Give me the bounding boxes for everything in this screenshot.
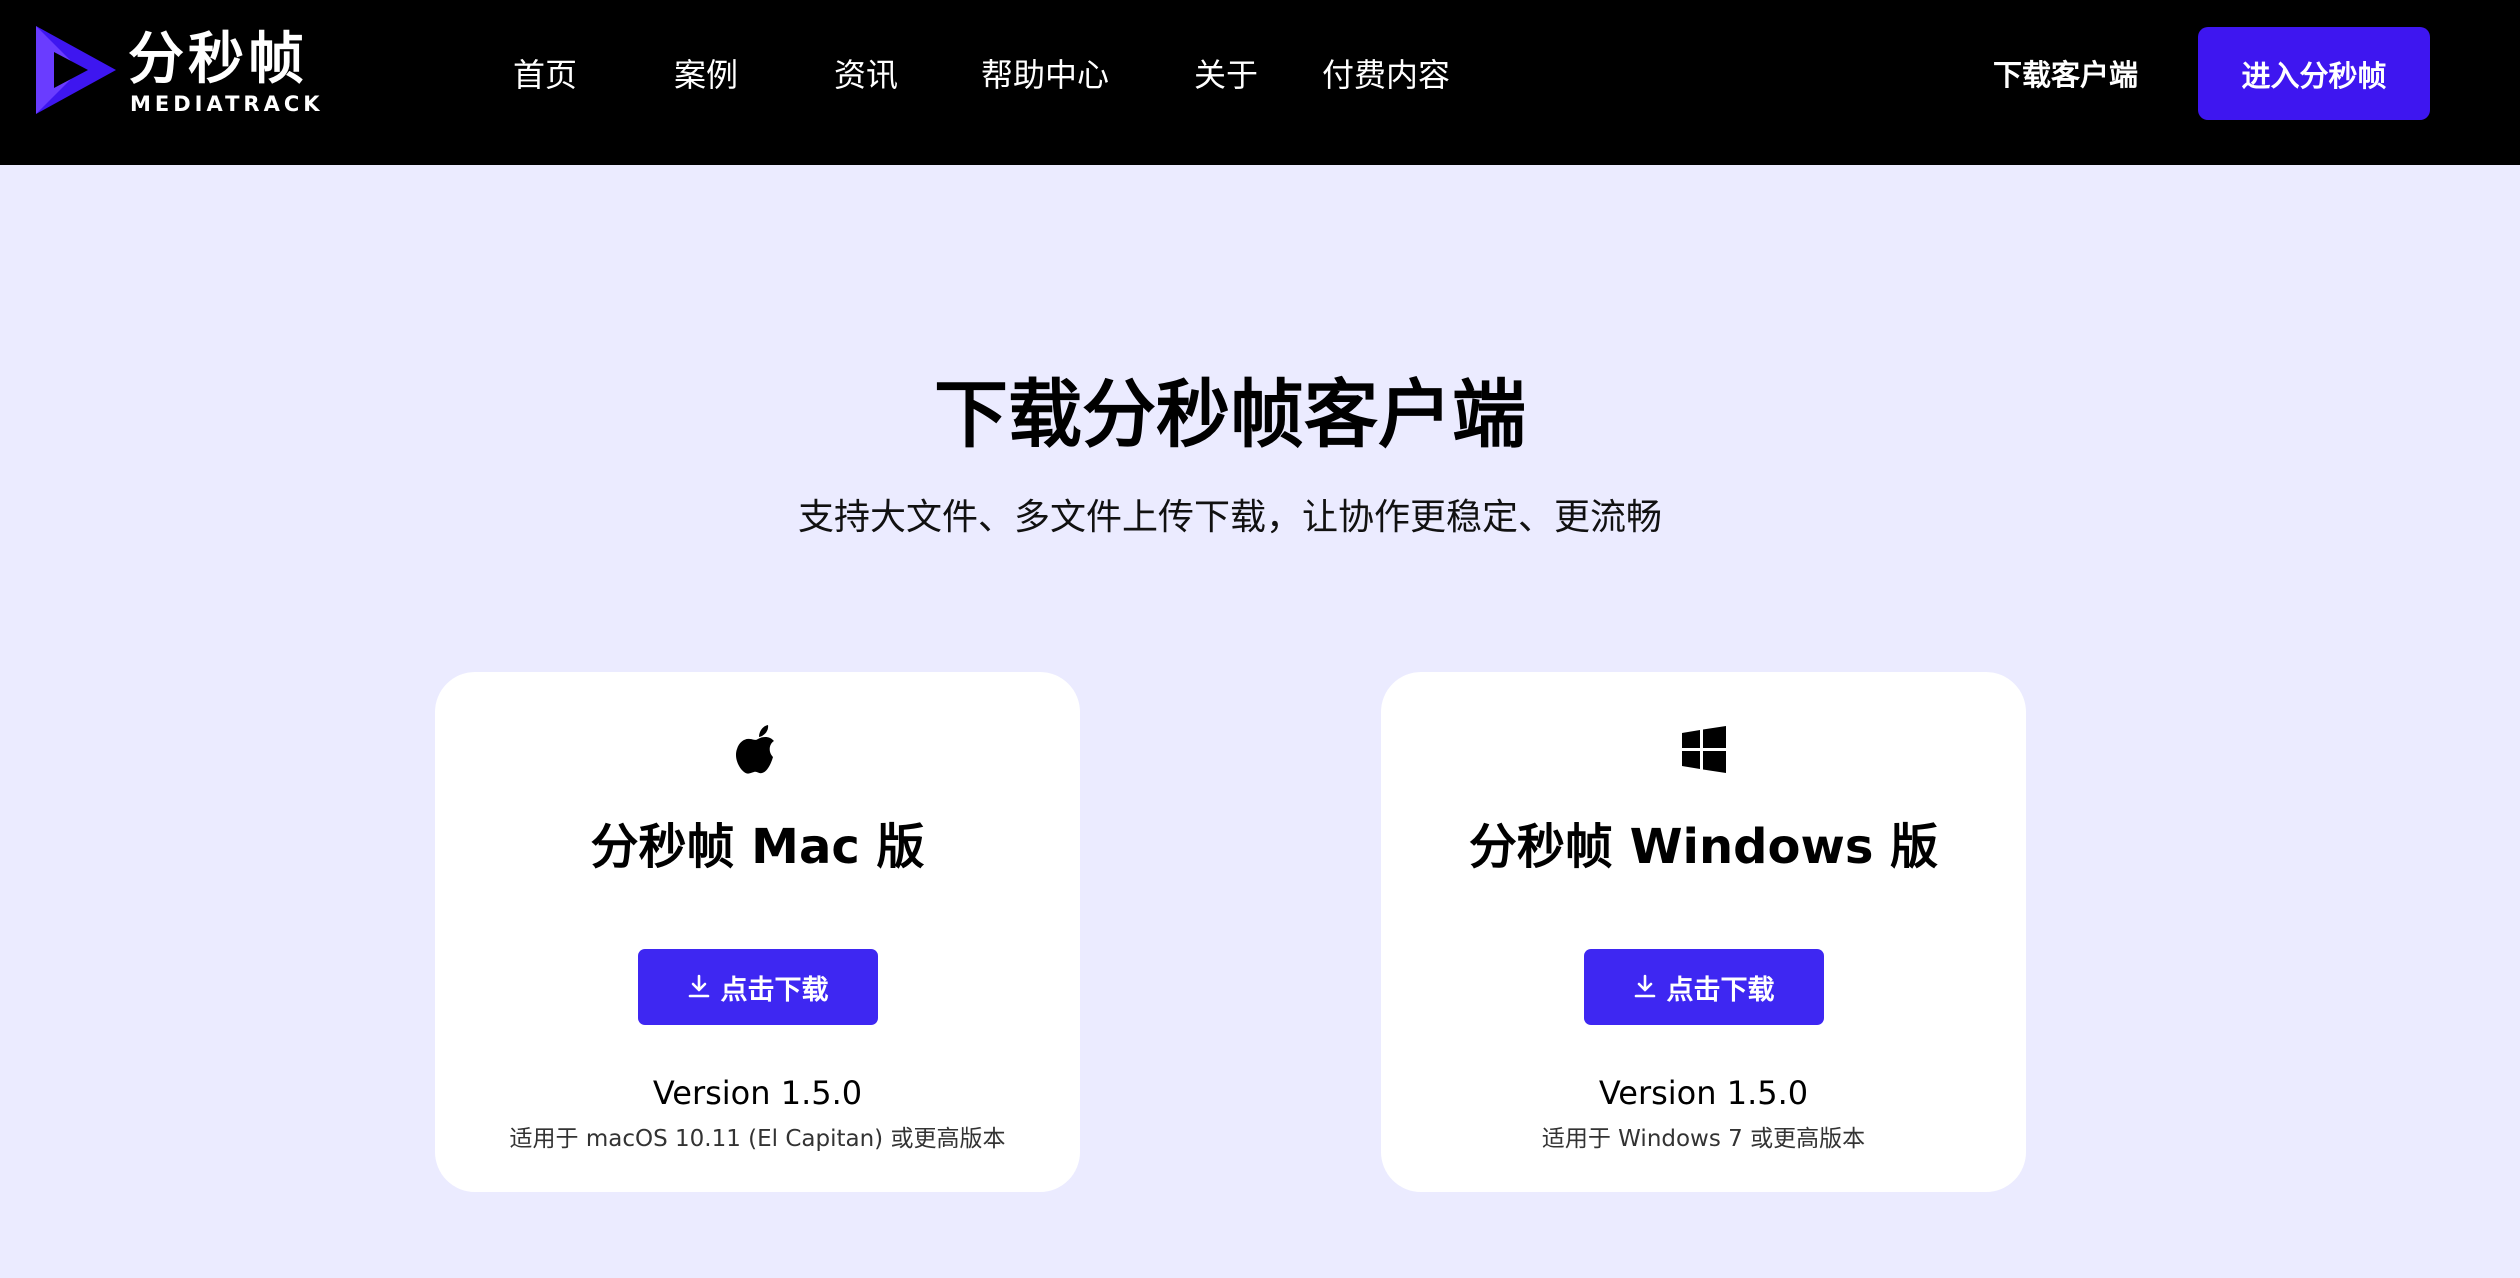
nav-item-paid-content[interactable]: 付费内容 (1322, 50, 1450, 100)
mac-card-title: 分秒帧 Mac 版 (590, 819, 925, 875)
download-icon (1634, 974, 1655, 998)
download-client-link[interactable]: 下载客户端 (1993, 50, 2138, 100)
mac-compat-note: 适用于 macOS 10.11 (El Capitan) 或更高版本 (509, 1126, 1006, 1152)
page-title: 下载分秒帧客户端 (934, 372, 1526, 458)
windows-compat-note: 适用于 Windows 7 或更高版本 (1541, 1126, 1866, 1152)
logo-mark-icon (36, 26, 116, 114)
windows-download-card: 分秒帧 Windows 版 点击下载 Version 1.5.0 适用于 Win… (1381, 672, 2026, 1192)
apple-icon (735, 725, 774, 774)
windows-icon (1681, 726, 1726, 773)
nav-item-about[interactable]: 关于 (1194, 50, 1258, 100)
mac-download-card: 分秒帧 Mac 版 点击下载 Version 1.5.0 适用于 macOS 1… (435, 672, 1080, 1192)
windows-card-title: 分秒帧 Windows 版 (1468, 819, 1939, 875)
mac-version: Version 1.5.0 (652, 1074, 863, 1112)
nav-item-cases[interactable]: 案例 (674, 50, 738, 100)
mac-download-button[interactable]: 点击下载 (637, 949, 878, 1025)
enter-app-button[interactable]: 进入分秒帧 (2198, 27, 2430, 120)
windows-version: Version 1.5.0 (1598, 1074, 1809, 1112)
nav-item-help-center[interactable]: 帮助中心 (981, 50, 1109, 100)
download-icon (688, 974, 709, 998)
logo-text-cn: 分秒帧 (128, 27, 308, 92)
logo-text-en: MEDIATRACK (130, 92, 324, 116)
windows-download-label: 点击下载 (1666, 974, 1775, 1006)
windows-download-button[interactable]: 点击下载 (1583, 949, 1824, 1025)
brand-logo[interactable]: 分秒帧 MEDIATRACK (32, 22, 332, 122)
top-header: 分秒帧 MEDIATRACK 首页 案例 资讯 帮助中心 关于 付费内容 下载客… (0, 0, 2520, 165)
page-subtitle: 支持大文件、多文件上传下载，让协作更稳定、更流畅 (797, 497, 1662, 538)
mac-download-label: 点击下载 (720, 974, 829, 1006)
nav-item-news[interactable]: 资讯 (834, 50, 898, 100)
nav-item-home[interactable]: 首页 (513, 50, 577, 100)
